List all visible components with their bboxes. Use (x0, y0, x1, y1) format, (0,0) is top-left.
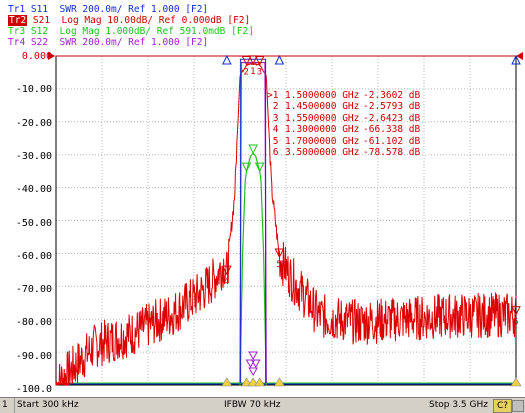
y-tick-label: -100.0 (15, 384, 52, 395)
marker-label: 2 (244, 68, 249, 78)
network-analyzer-display: Tr1 S11 SWR 200.0m/ Ref 1.000 [F2] Tr2 S2… (0, 0, 525, 413)
marker-frequency: 1.5000000 GHz (285, 90, 360, 101)
marker-id: 6 (267, 147, 285, 158)
status-indicator-icon (512, 400, 524, 412)
stimulus-marker-icon (273, 377, 285, 387)
marker-value: -2.6423 dB (363, 112, 421, 124)
marker-label: 3 (257, 68, 262, 78)
marker-pointer-icon (274, 54, 285, 65)
y-tick-label: -90.00 (15, 350, 52, 362)
y-tick-label: -50.00 (15, 217, 52, 229)
marker-value: -66.338 dB (363, 124, 421, 136)
marker-number: 2 (272, 101, 279, 113)
marker-value: -78.578 dB (363, 147, 421, 159)
marker-number: 5 (272, 135, 279, 147)
marker-frequency: 1.4500000 GHz (285, 101, 360, 113)
marker-value: -2.3602 dB (363, 90, 421, 101)
marker-row[interactable]: 2 1.4500000 GHz -2.5793 dB (267, 101, 420, 112)
marker-frequency: 1.5500000 GHz (285, 112, 360, 124)
marker-frequency: 1.7000000 GHz (285, 135, 360, 147)
marker-triangle-icon (254, 56, 265, 66)
marker-frequency: 1.3000000 GHz (285, 124, 360, 136)
y-tick-label: -70.00 (15, 284, 52, 296)
marker-triangle-icon (241, 56, 252, 66)
marker-label: 6 (513, 318, 518, 328)
marker-value: -2.5793 dB (363, 101, 421, 113)
marker-row[interactable]: 3 1.5500000 GHz -2.6423 dB (267, 113, 420, 124)
y-tick-label: -80.00 (15, 317, 52, 329)
marker-id: >1 (267, 90, 279, 101)
marker-label: 4 (224, 277, 229, 287)
marker-number: 1 (272, 90, 279, 101)
marker-number: 3 (272, 112, 279, 124)
marker-table: >1 1.5000000 GHz -2.3602 dB 2 1.4500000 GHz… (267, 90, 420, 158)
marker-triangle-icon (248, 144, 258, 155)
stop-frequency[interactable]: Stop 3.5 GHz (429, 398, 488, 413)
marker-id: 4 (267, 124, 285, 135)
marker-id: 3 (267, 113, 285, 124)
status-divider (14, 398, 15, 413)
stimulus-marker-icon (221, 377, 233, 387)
calibration-status-badge[interactable]: C? (493, 399, 513, 413)
marker-row[interactable]: 5 1.7000000 GHz -61.102 dB (267, 136, 420, 147)
marker-label: 1 (250, 67, 255, 77)
y-tick-label: -20.00 (15, 117, 52, 129)
status-bar: 1 Start 300 kHz IFBW 70 kHz Stop 3.5 GHz… (0, 397, 525, 413)
marker-number: 6 (272, 147, 279, 159)
stimulus-marker-icon (254, 377, 266, 387)
y-tick-label: -10.00 (15, 84, 52, 96)
channel-number: 1 (2, 400, 8, 410)
marker-label: 5 (276, 260, 281, 270)
marker-row[interactable]: 4 1.3000000 GHz -66.338 dB (267, 124, 420, 135)
marker-triangle-icon (248, 351, 258, 361)
marker-number: 4 (272, 124, 279, 136)
marker-id: 5 (267, 136, 285, 147)
ifbw-setting[interactable]: IFBW 70 kHz (224, 398, 280, 413)
marker-id: 2 (267, 101, 285, 112)
y-tick-label: -60.00 (15, 250, 52, 262)
marker-triangle-icon (248, 367, 258, 377)
marker-row[interactable]: 6 3.5000000 GHz -78.578 dB (267, 147, 420, 158)
marker-value: -61.102 dB (363, 135, 421, 147)
marker-pointer-icon (222, 54, 232, 65)
start-frequency[interactable]: Start 300 kHz (17, 398, 79, 413)
marker-frequency: 3.5000000 GHz (285, 147, 360, 159)
stimulus-marker-icon (510, 377, 522, 387)
plot-area: 12 3456 (48, 52, 523, 387)
y-tick-label: -40.00 (15, 184, 52, 196)
y-tick-label: 0.000 (21, 51, 52, 62)
y-tick-label: -30.00 (15, 150, 52, 162)
trace-tr3-line (239, 152, 267, 386)
marker-row[interactable]: >1 1.5000000 GHz -2.3602 dB (267, 90, 420, 101)
